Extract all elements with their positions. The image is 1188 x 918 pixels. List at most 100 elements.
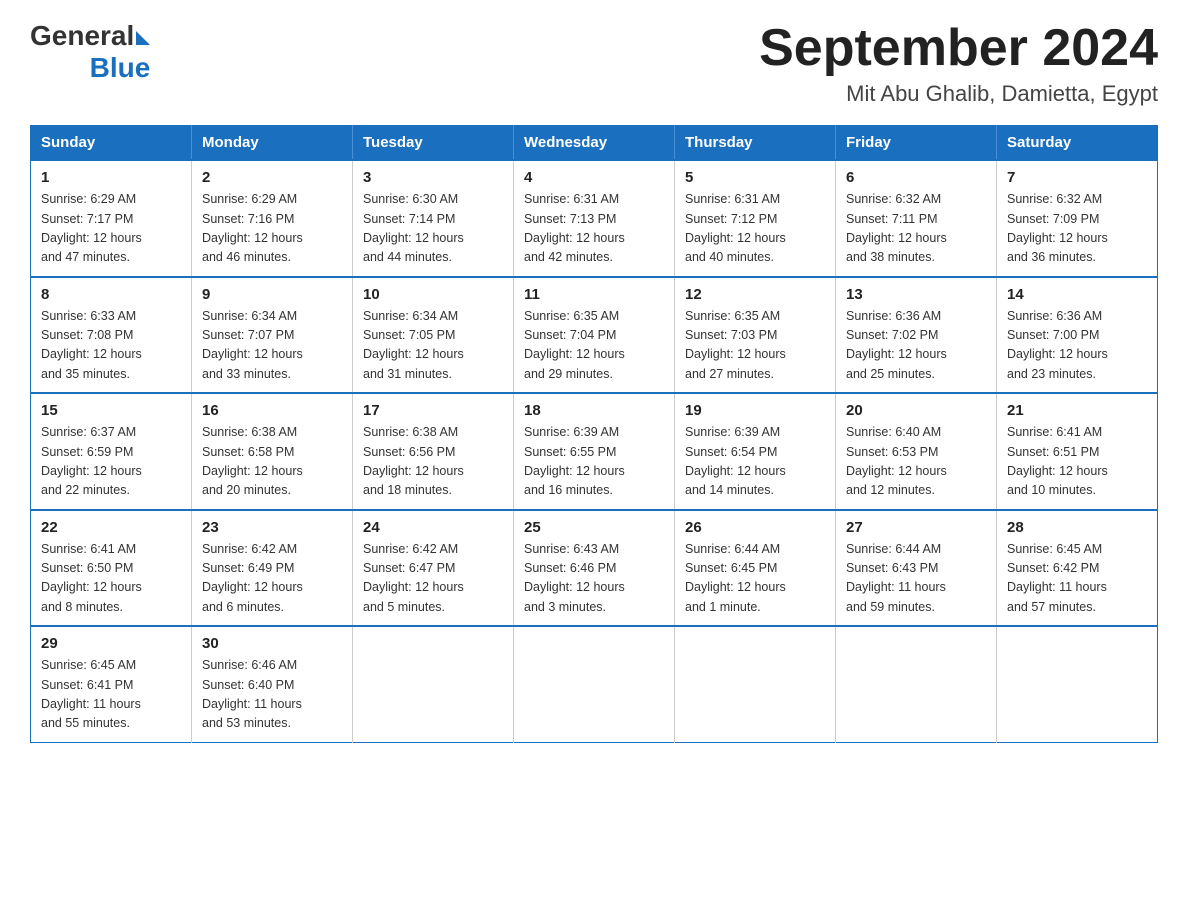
day-cell: 7Sunrise: 6:32 AMSunset: 7:09 PMDaylight… bbox=[997, 160, 1158, 277]
day-info: Sunrise: 6:34 AMSunset: 7:05 PMDaylight:… bbox=[363, 307, 503, 385]
day-number: 8 bbox=[41, 286, 181, 303]
day-cell: 26 Sunrise: 6:44 AMSunset: 6:45 PMDayligh… bbox=[675, 510, 836, 627]
calendar-table: Sunday Monday Tuesday Wednesday Thursday… bbox=[30, 125, 1158, 743]
day-cell bbox=[997, 626, 1158, 742]
week-row-3: 15 Sunrise: 6:37 AMSunset: 6:59 PMDayligh… bbox=[31, 393, 1158, 510]
day-number: 3 bbox=[363, 169, 503, 186]
day-cell: 9 Sunrise: 6:34 AMSunset: 7:07 PMDaylight… bbox=[192, 277, 353, 394]
day-info: Sunrise: 6:41 AMSunset: 6:50 PMDaylight:… bbox=[41, 540, 181, 618]
day-info: Sunrise: 6:37 AMSunset: 6:59 PMDaylight:… bbox=[41, 423, 181, 501]
day-number: 20 bbox=[846, 402, 986, 419]
calendar-header: Sunday Monday Tuesday Wednesday Thursday… bbox=[31, 126, 1158, 161]
calendar-location: Mit Abu Ghalib, Damietta, Egypt bbox=[759, 81, 1158, 107]
day-number: 25 bbox=[524, 519, 664, 536]
day-info: Sunrise: 6:29 AMSunset: 7:16 PMDaylight:… bbox=[202, 190, 342, 268]
logo-blue-text: Blue bbox=[90, 52, 151, 84]
week-row-2: 8Sunrise: 6:33 AMSunset: 7:08 PMDaylight… bbox=[31, 277, 1158, 394]
day-info: Sunrise: 6:29 AMSunset: 7:17 PMDaylight:… bbox=[41, 190, 181, 268]
day-info: Sunrise: 6:30 AMSunset: 7:14 PMDaylight:… bbox=[363, 190, 503, 268]
day-number: 12 bbox=[685, 286, 825, 303]
day-cell bbox=[836, 626, 997, 742]
header-row: Sunday Monday Tuesday Wednesday Thursday… bbox=[31, 126, 1158, 161]
day-info: Sunrise: 6:35 AMSunset: 7:04 PMDaylight:… bbox=[524, 307, 664, 385]
day-number: 5 bbox=[685, 169, 825, 186]
day-cell: 23Sunrise: 6:42 AMSunset: 6:49 PMDayligh… bbox=[192, 510, 353, 627]
day-number: 4 bbox=[524, 169, 664, 186]
day-info: Sunrise: 6:35 AMSunset: 7:03 PMDaylight:… bbox=[685, 307, 825, 385]
day-number: 9 bbox=[202, 286, 342, 303]
day-number: 2 bbox=[202, 169, 342, 186]
day-cell: 29Sunrise: 6:45 AMSunset: 6:41 PMDayligh… bbox=[31, 626, 192, 742]
day-cell: 21Sunrise: 6:41 AMSunset: 6:51 PMDayligh… bbox=[997, 393, 1158, 510]
day-number: 24 bbox=[363, 519, 503, 536]
day-number: 19 bbox=[685, 402, 825, 419]
week-row-5: 29Sunrise: 6:45 AMSunset: 6:41 PMDayligh… bbox=[31, 626, 1158, 742]
calendar-body: 1Sunrise: 6:29 AMSunset: 7:17 PMDaylight… bbox=[31, 160, 1158, 742]
day-info: Sunrise: 6:45 AMSunset: 6:41 PMDaylight:… bbox=[41, 656, 181, 734]
day-number: 22 bbox=[41, 519, 181, 536]
day-cell: 13 Sunrise: 6:36 AMSunset: 7:02 PMDayligh… bbox=[836, 277, 997, 394]
day-cell: 18 Sunrise: 6:39 AMSunset: 6:55 PMDayligh… bbox=[514, 393, 675, 510]
day-cell: 20 Sunrise: 6:40 AMSunset: 6:53 PMDayligh… bbox=[836, 393, 997, 510]
day-cell: 12 Sunrise: 6:35 AMSunset: 7:03 PMDayligh… bbox=[675, 277, 836, 394]
day-info: Sunrise: 6:42 AMSunset: 6:47 PMDaylight:… bbox=[363, 540, 503, 618]
day-number: 18 bbox=[524, 402, 664, 419]
day-cell: 22 Sunrise: 6:41 AMSunset: 6:50 PMDayligh… bbox=[31, 510, 192, 627]
day-cell: 2 Sunrise: 6:29 AMSunset: 7:16 PMDaylight… bbox=[192, 160, 353, 277]
col-tuesday: Tuesday bbox=[353, 126, 514, 161]
day-info: Sunrise: 6:40 AMSunset: 6:53 PMDaylight:… bbox=[846, 423, 986, 501]
day-number: 15 bbox=[41, 402, 181, 419]
day-cell bbox=[675, 626, 836, 742]
day-info: Sunrise: 6:44 AMSunset: 6:45 PMDaylight:… bbox=[685, 540, 825, 618]
day-number: 17 bbox=[363, 402, 503, 419]
page-header: General Blue September 2024 Mit Abu Ghal… bbox=[30, 20, 1158, 107]
day-number: 11 bbox=[524, 286, 664, 303]
day-info: Sunrise: 6:32 AMSunset: 7:09 PMDaylight:… bbox=[1007, 190, 1147, 268]
day-cell: 3 Sunrise: 6:30 AMSunset: 7:14 PMDaylight… bbox=[353, 160, 514, 277]
col-sunday: Sunday bbox=[31, 126, 192, 161]
day-info: Sunrise: 6:36 AMSunset: 7:00 PMDaylight:… bbox=[1007, 307, 1147, 385]
day-info: Sunrise: 6:34 AMSunset: 7:07 PMDaylight:… bbox=[202, 307, 342, 385]
day-cell: 16 Sunrise: 6:38 AMSunset: 6:58 PMDayligh… bbox=[192, 393, 353, 510]
day-number: 26 bbox=[685, 519, 825, 536]
day-cell: 30Sunrise: 6:46 AMSunset: 6:40 PMDayligh… bbox=[192, 626, 353, 742]
day-cell: 28Sunrise: 6:45 AMSunset: 6:42 PMDayligh… bbox=[997, 510, 1158, 627]
day-cell bbox=[353, 626, 514, 742]
day-cell bbox=[514, 626, 675, 742]
day-number: 27 bbox=[846, 519, 986, 536]
day-number: 21 bbox=[1007, 402, 1147, 419]
col-friday: Friday bbox=[836, 126, 997, 161]
calendar-month-year: September 2024 bbox=[759, 20, 1158, 77]
logo-general-text: General bbox=[30, 20, 134, 52]
day-cell: 6Sunrise: 6:32 AMSunset: 7:11 PMDaylight… bbox=[836, 160, 997, 277]
day-cell: 10 Sunrise: 6:34 AMSunset: 7:05 PMDayligh… bbox=[353, 277, 514, 394]
day-info: Sunrise: 6:45 AMSunset: 6:42 PMDaylight:… bbox=[1007, 540, 1147, 618]
day-info: Sunrise: 6:31 AMSunset: 7:13 PMDaylight:… bbox=[524, 190, 664, 268]
col-saturday: Saturday bbox=[997, 126, 1158, 161]
day-info: Sunrise: 6:39 AMSunset: 6:55 PMDaylight:… bbox=[524, 423, 664, 501]
day-info: Sunrise: 6:44 AMSunset: 6:43 PMDaylight:… bbox=[846, 540, 986, 618]
day-info: Sunrise: 6:38 AMSunset: 6:58 PMDaylight:… bbox=[202, 423, 342, 501]
day-cell: 25 Sunrise: 6:43 AMSunset: 6:46 PMDayligh… bbox=[514, 510, 675, 627]
col-monday: Monday bbox=[192, 126, 353, 161]
day-info: Sunrise: 6:38 AMSunset: 6:56 PMDaylight:… bbox=[363, 423, 503, 501]
day-cell: 11 Sunrise: 6:35 AMSunset: 7:04 PMDayligh… bbox=[514, 277, 675, 394]
calendar-title-area: September 2024 Mit Abu Ghalib, Damietta,… bbox=[759, 20, 1158, 107]
day-number: 10 bbox=[363, 286, 503, 303]
day-number: 6 bbox=[846, 169, 986, 186]
col-thursday: Thursday bbox=[675, 126, 836, 161]
col-wednesday: Wednesday bbox=[514, 126, 675, 161]
day-info: Sunrise: 6:36 AMSunset: 7:02 PMDaylight:… bbox=[846, 307, 986, 385]
day-cell: 5 Sunrise: 6:31 AMSunset: 7:12 PMDaylight… bbox=[675, 160, 836, 277]
week-row-1: 1Sunrise: 6:29 AMSunset: 7:17 PMDaylight… bbox=[31, 160, 1158, 277]
day-cell: 14 Sunrise: 6:36 AMSunset: 7:00 PMDayligh… bbox=[997, 277, 1158, 394]
day-number: 16 bbox=[202, 402, 342, 419]
day-cell: 4 Sunrise: 6:31 AMSunset: 7:13 PMDaylight… bbox=[514, 160, 675, 277]
logo: General Blue bbox=[30, 20, 150, 84]
day-info: Sunrise: 6:43 AMSunset: 6:46 PMDaylight:… bbox=[524, 540, 664, 618]
day-number: 13 bbox=[846, 286, 986, 303]
day-cell: 17 Sunrise: 6:38 AMSunset: 6:56 PMDayligh… bbox=[353, 393, 514, 510]
day-number: 14 bbox=[1007, 286, 1147, 303]
day-info: Sunrise: 6:31 AMSunset: 7:12 PMDaylight:… bbox=[685, 190, 825, 268]
day-info: Sunrise: 6:39 AMSunset: 6:54 PMDaylight:… bbox=[685, 423, 825, 501]
